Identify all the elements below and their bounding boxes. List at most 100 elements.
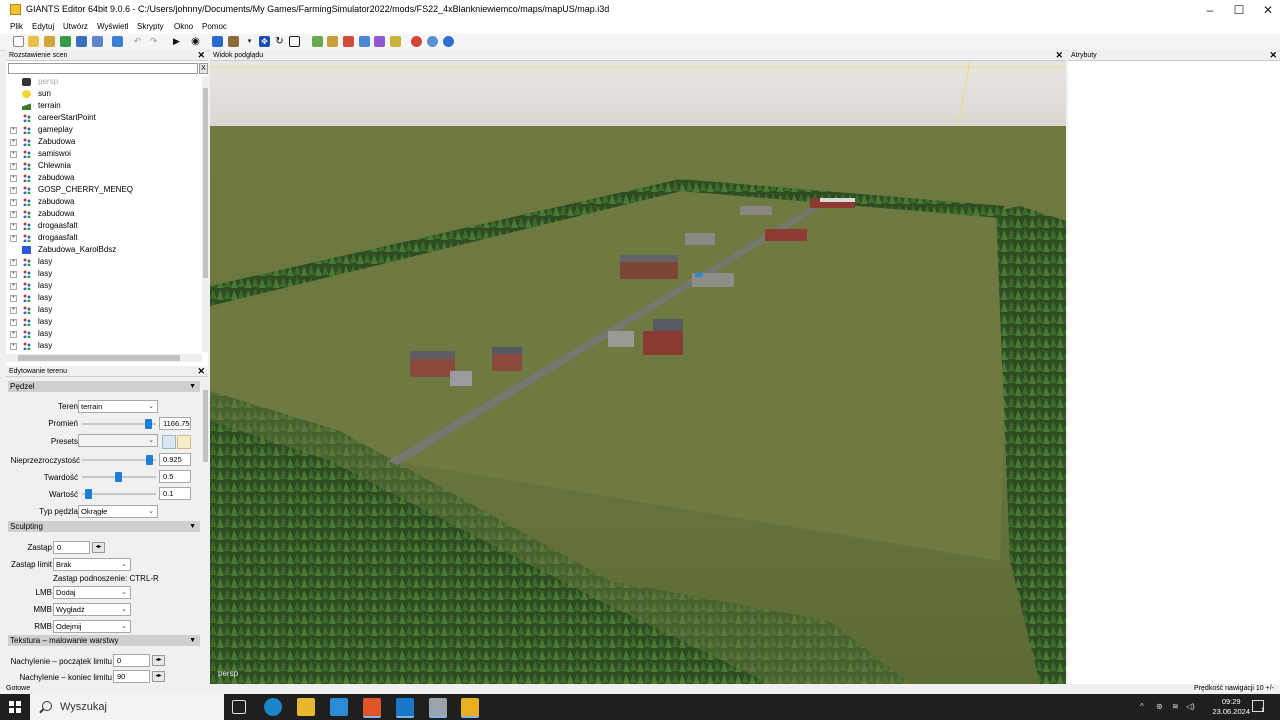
tree-item[interactable]: Zabudowa_KarolBdsz xyxy=(6,244,202,256)
expand-icon[interactable]: + xyxy=(10,163,17,170)
slope-start-field[interactable]: 0 xyxy=(113,654,150,667)
select-icon[interactable] xyxy=(212,36,223,47)
expand-icon[interactable]: + xyxy=(10,307,17,314)
tree-item[interactable]: + lasy xyxy=(6,256,202,268)
presets-select[interactable]: ⌄ xyxy=(78,434,158,447)
value-slider[interactable] xyxy=(82,487,156,500)
tree-item[interactable]: sun xyxy=(6,88,202,100)
expand-icon[interactable]: + xyxy=(10,211,17,218)
radius-slider[interactable] xyxy=(82,417,156,430)
tree-item[interactable]: + lasy xyxy=(6,316,202,328)
layer-icon[interactable] xyxy=(359,36,370,47)
tree-item[interactable]: + Chlewnia xyxy=(6,160,202,172)
settings-icon[interactable] xyxy=(427,36,438,47)
expand-icon[interactable]: + xyxy=(10,175,17,182)
tree-item[interactable]: + drogaasfalt xyxy=(6,220,202,232)
menu-plik[interactable]: Plik xyxy=(10,22,23,31)
expand-icon[interactable]: + xyxy=(10,331,17,338)
expand-icon[interactable]: + xyxy=(10,199,17,206)
move-icon[interactable]: ✥ xyxy=(259,36,270,47)
save-icon[interactable] xyxy=(76,36,87,47)
giants-editor-taskbar-icon[interactable] xyxy=(461,698,479,718)
tree-item[interactable]: + zabudowa xyxy=(6,196,202,208)
scene-panel-close-icon[interactable]: ✕ xyxy=(197,50,205,61)
app-gray-icon[interactable] xyxy=(429,698,447,718)
radius-value-field[interactable]: 1166.75 xyxy=(159,417,191,430)
rmb-select[interactable]: Odejmij ⌄ xyxy=(53,620,131,633)
edge-browser-icon[interactable] xyxy=(264,698,282,716)
scene-search-input[interactable] xyxy=(8,63,198,74)
gear-icon[interactable] xyxy=(443,36,454,47)
decal-icon[interactable] xyxy=(390,36,401,47)
brave-browser-icon[interactable] xyxy=(363,698,381,718)
expand-icon[interactable]: + xyxy=(10,139,17,146)
opacity-slider[interactable] xyxy=(82,453,156,466)
undo-icon[interactable]: ↶ xyxy=(132,36,143,47)
task-view-icon[interactable] xyxy=(232,700,246,714)
tree-item[interactable]: + zabudowa xyxy=(6,208,202,220)
foliage-icon[interactable] xyxy=(312,36,323,47)
hardness-slider[interactable] xyxy=(82,470,156,483)
hardness-value-field[interactable]: 0.5 xyxy=(159,470,191,483)
eye-icon[interactable]: ◉ xyxy=(190,36,201,47)
tree-item[interactable]: persp xyxy=(6,76,202,88)
file-explorer-icon[interactable] xyxy=(297,698,315,716)
collapse-arrow-icon[interactable]: ▼ xyxy=(189,381,196,392)
expand-icon[interactable]: + xyxy=(10,235,17,242)
record-icon[interactable] xyxy=(411,36,422,47)
import-icon[interactable] xyxy=(44,36,55,47)
opacity-slider-thumb[interactable] xyxy=(146,455,154,465)
3d-viewport[interactable]: persp xyxy=(210,61,1066,684)
collapse-arrow-icon[interactable]: ▼ xyxy=(189,521,196,532)
opacity-value-field[interactable]: 0.925 xyxy=(159,453,191,466)
new-file-icon[interactable] xyxy=(13,36,24,47)
teren-select[interactable]: terrain ⌄ xyxy=(78,400,158,413)
close-window-button[interactable]: ✕ xyxy=(1251,0,1280,20)
expand-icon[interactable]: + xyxy=(10,187,17,194)
clock[interactable]: 09:29 23.06.2024 xyxy=(1212,697,1250,717)
tree-item[interactable]: careerStartPoint xyxy=(6,112,202,124)
brush-shape-select[interactable]: Okrągłe ⌄ xyxy=(78,505,158,518)
expand-icon[interactable]: + xyxy=(10,259,17,266)
terrain-panel-close-icon[interactable]: ✕ xyxy=(197,366,205,377)
taskbar-search-box[interactable]: Wyszukaj xyxy=(30,694,224,720)
slope-start-spin-icon[interactable]: ◂▸ xyxy=(152,655,165,666)
tree-item[interactable]: + gameplay xyxy=(6,124,202,136)
replace-limit-select[interactable]: Brak ⌄ xyxy=(53,558,131,571)
expand-icon[interactable]: + xyxy=(10,343,17,350)
expand-icon[interactable]: + xyxy=(10,223,17,230)
scene-search-clear-button[interactable]: X xyxy=(199,63,208,74)
menu-okno[interactable]: Okno xyxy=(174,22,193,31)
tree-item[interactable]: + drogaasfalt xyxy=(6,232,202,244)
spline-icon[interactable] xyxy=(374,36,385,47)
menu-skrypty[interactable]: Skrypty xyxy=(137,22,164,31)
viewport-close-icon[interactable]: ✕ xyxy=(1055,50,1063,61)
expand-icon[interactable]: + xyxy=(10,283,17,290)
open-folder-icon[interactable] xyxy=(28,36,39,47)
paint-icon[interactable] xyxy=(327,36,338,47)
expand-icon[interactable]: + xyxy=(10,295,17,302)
play-icon[interactable]: ▶ xyxy=(171,36,182,47)
rotate-icon[interactable]: ↻ xyxy=(274,36,285,47)
wifi-icon[interactable]: ≋ xyxy=(1172,702,1179,711)
tree-item[interactable]: + GOSP_CHERRY_MENEQ xyxy=(6,184,202,196)
tree-item[interactable]: + zabudowa xyxy=(6,172,202,184)
tree-item[interactable]: + samiswoi xyxy=(6,148,202,160)
load-preset-icon[interactable] xyxy=(177,435,191,449)
menu-edytuj[interactable]: Edytuj xyxy=(32,22,54,31)
tree-item[interactable]: + lasy xyxy=(6,340,202,352)
brush-section-header[interactable]: Pędzel ▼ xyxy=(8,381,200,392)
slope-end-spin-icon[interactable]: ◂▸ xyxy=(152,671,165,682)
value-slider-thumb[interactable] xyxy=(85,489,93,499)
collapse-arrow-icon[interactable]: ▼ xyxy=(189,635,196,646)
attributes-close-icon[interactable]: ✕ xyxy=(1269,50,1277,61)
menu-wyswietl[interactable]: Wyświetl xyxy=(97,22,128,31)
photos-icon[interactable] xyxy=(396,698,414,718)
menu-utworz[interactable]: Utwórz xyxy=(63,22,88,31)
tree-item[interactable]: terrain xyxy=(6,100,202,112)
tree-item[interactable]: + lasy xyxy=(6,328,202,340)
mmb-select[interactable]: Wygładź ⌄ xyxy=(53,603,131,616)
tree-item[interactable]: + lasy xyxy=(6,268,202,280)
app-blue-icon[interactable] xyxy=(330,698,348,716)
tree-item[interactable]: + lasy xyxy=(6,280,202,292)
